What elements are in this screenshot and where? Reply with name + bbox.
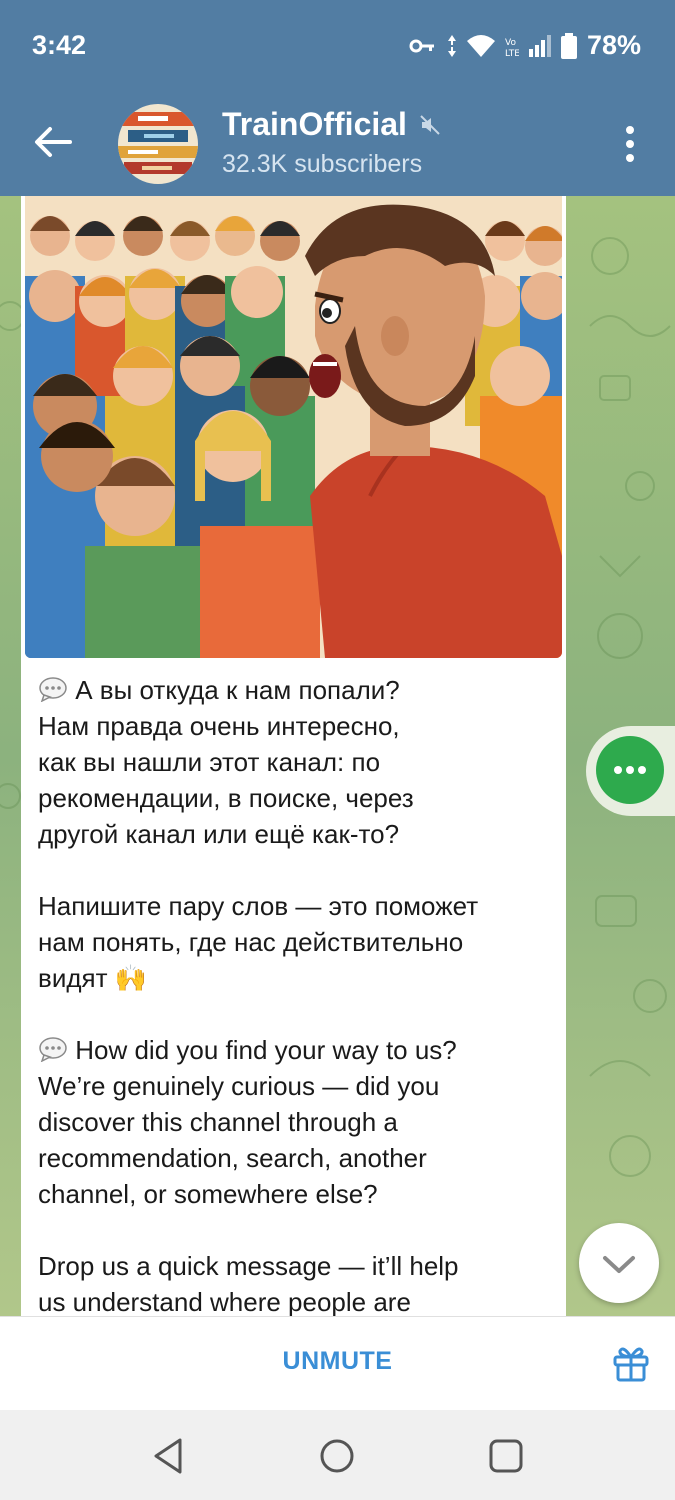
nav-recents-icon[interactable] <box>482 1432 530 1480</box>
svg-text:Vo: Vo <box>505 38 516 48</box>
system-nav-bar <box>0 1410 675 1500</box>
wifi-icon <box>466 34 495 57</box>
bottom-action-bar: UNMUTE <box>0 1316 675 1410</box>
status-icons: Vo LTE 78% <box>409 30 641 61</box>
chat-area[interactable]: А вы откуда к нам попали? Нам правда оче… <box>0 196 675 1316</box>
dots-icon <box>614 766 646 774</box>
unmute-button[interactable]: UNMUTE <box>0 1347 675 1376</box>
raised-hands-emoji: 🙌 <box>114 963 148 993</box>
status-bar: 3:42 Vo LTE 78% <box>0 0 675 92</box>
battery-percent: 78% <box>586 30 641 60</box>
gift-icon[interactable] <box>611 1343 651 1383</box>
nav-home-icon[interactable] <box>313 1432 361 1480</box>
subscriber-count: 32.3K subscribers <box>222 150 423 178</box>
channel-header: TrainOfficial 32.3K subscribers <box>0 92 675 196</box>
paragraph-ru-2: Напишите пару слов — это поможет нам пон… <box>38 891 479 993</box>
svg-text:LTE: LTE <box>505 49 519 57</box>
vpn-key-icon <box>409 39 434 52</box>
reactions-panel <box>586 726 675 816</box>
paragraph-en-1: How did you find your way to us? We’re g… <box>38 1035 457 1209</box>
paragraph-en-2: Drop us a quick message — it’ll help us … <box>38 1251 459 1316</box>
chevron-down-icon <box>603 1256 635 1273</box>
battery-icon <box>560 32 577 59</box>
scroll-down-button[interactable] <box>579 1223 659 1303</box>
speech-bubble-icon <box>39 677 67 702</box>
message-image[interactable] <box>25 196 562 658</box>
nav-back-icon[interactable] <box>144 1432 192 1480</box>
channel-title[interactable]: TrainOfficial <box>222 106 441 143</box>
speech-bubble-icon <box>39 1037 67 1062</box>
channel-name: TrainOfficial <box>222 106 407 142</box>
message-bubble[interactable]: А вы откуда к нам попали? Нам правда оче… <box>21 196 566 1316</box>
paragraph-ru-1: А вы откуда к нам попали? Нам правда оче… <box>38 675 414 849</box>
more-options-icon[interactable] <box>615 122 645 166</box>
muted-icon <box>420 114 440 135</box>
status-time: 3:42 <box>32 30 87 60</box>
signal-icon <box>528 34 551 57</box>
more-actions-button[interactable] <box>596 736 664 804</box>
channel-avatar[interactable] <box>118 104 198 184</box>
message-text: А вы откуда к нам попали? Нам правда оче… <box>38 672 558 1316</box>
back-arrow-icon[interactable] <box>30 120 74 164</box>
data-arrows-icon <box>447 34 456 57</box>
volte-icon: VoLTE <box>505 38 519 57</box>
